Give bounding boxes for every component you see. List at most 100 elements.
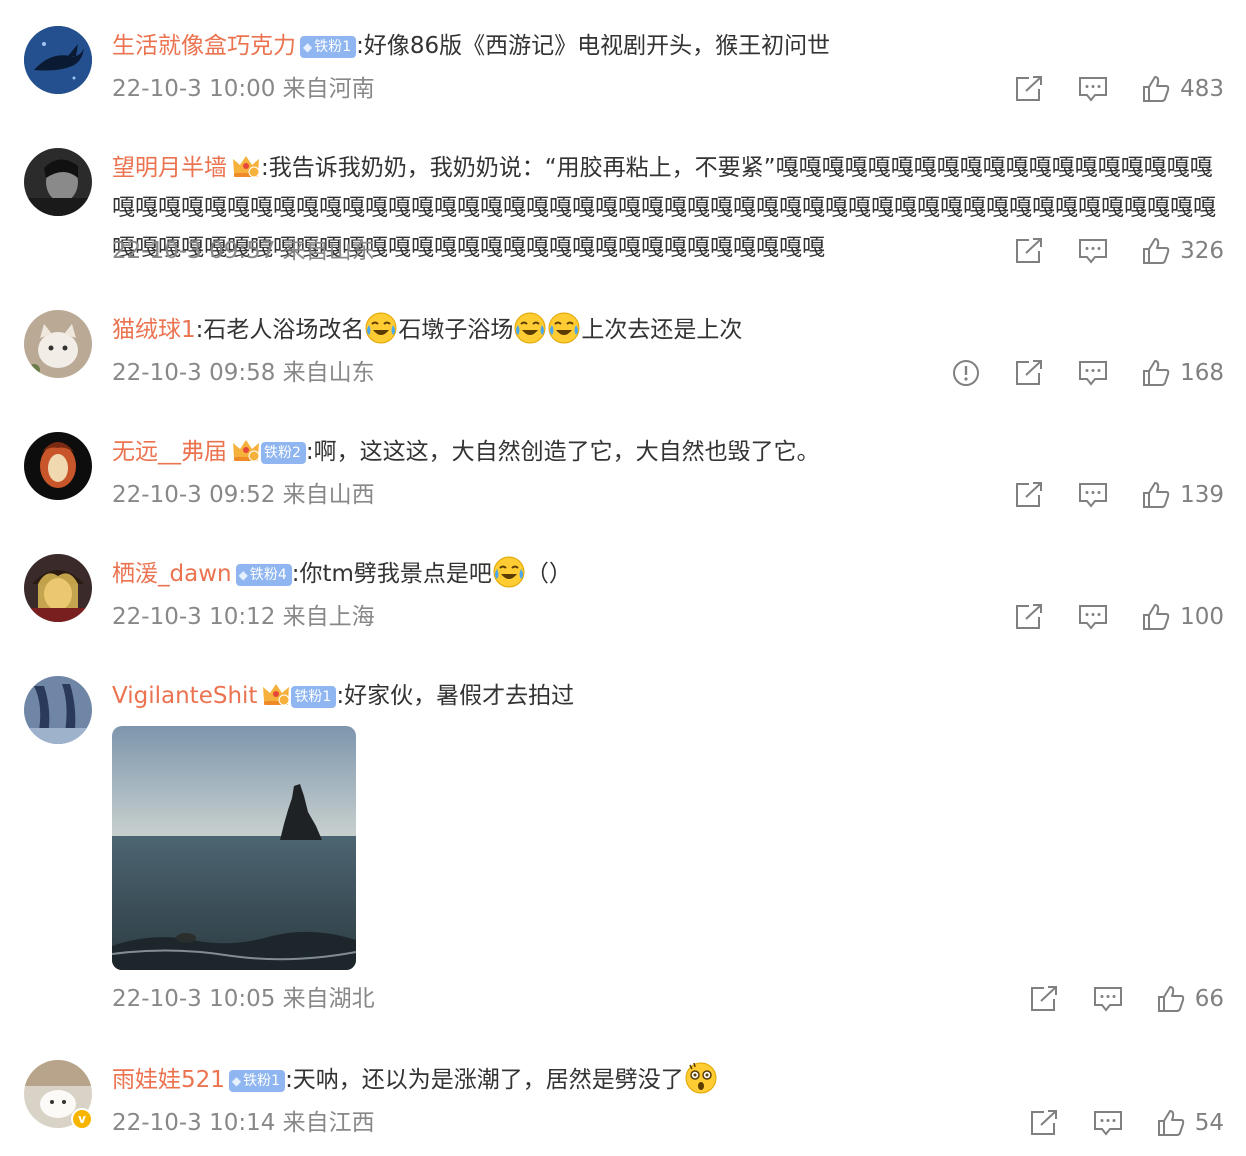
comment-photo[interactable] bbox=[112, 726, 356, 970]
like-icon bbox=[1142, 359, 1170, 387]
comment-body: :好家伙，暑假才去拍过 bbox=[336, 683, 575, 709]
comment-actions: 100 bbox=[980, 602, 1224, 632]
comment-icon bbox=[1078, 603, 1108, 631]
diamond-icon: ◆ bbox=[238, 568, 248, 582]
comment-text: 无远__弗届 铁粉2:啊，这这这，大自然创造了它，大自然也毁了它。 bbox=[112, 432, 1222, 472]
laugh-cry-emoji-icon bbox=[547, 311, 581, 345]
fan-badge-label: 铁粉1 bbox=[314, 39, 352, 55]
comment-actions: 54 bbox=[995, 1108, 1224, 1138]
share-button[interactable] bbox=[1029, 985, 1059, 1013]
comment-actions: 168 bbox=[918, 358, 1224, 388]
username-link[interactable]: VigilanteShit bbox=[112, 683, 257, 709]
like-count: 66 bbox=[1194, 986, 1224, 1012]
comment-location: 来自湖北 bbox=[282, 986, 375, 1012]
share-icon bbox=[1014, 481, 1044, 509]
comment-body: :天呐，还以为是涨潮了，居然是劈没了 bbox=[285, 1067, 684, 1093]
avatar[interactable] bbox=[24, 26, 92, 94]
username-link[interactable]: 生活就像盒巧克力 bbox=[112, 33, 296, 59]
crown-badge-icon[interactable] bbox=[231, 152, 261, 178]
share-icon bbox=[1029, 1109, 1059, 1137]
avatar[interactable] bbox=[24, 310, 92, 378]
avatar[interactable] bbox=[24, 148, 92, 216]
comment-time: 22-10-3 10:00 bbox=[112, 76, 276, 102]
comment-actions: 66 bbox=[995, 984, 1224, 1014]
username-link[interactable]: 望明月半墙 bbox=[112, 155, 227, 181]
share-button[interactable] bbox=[1014, 603, 1044, 631]
like-icon bbox=[1142, 481, 1170, 509]
comment-location: 来自山东 bbox=[282, 238, 375, 264]
share-button[interactable] bbox=[1014, 481, 1044, 509]
comment-body: :啊，这这这，大自然创造了它，大自然也毁了它。 bbox=[305, 439, 820, 465]
comment-meta: 22-10-3 10:12 来自上海 bbox=[112, 602, 375, 632]
username-link[interactable]: 栖湲_dawn bbox=[112, 561, 232, 587]
crown-badge-icon[interactable] bbox=[231, 436, 261, 462]
comment-actions: 326 bbox=[980, 236, 1224, 266]
like-count: 100 bbox=[1180, 604, 1224, 630]
comment-text: 栖湲_dawn ◆ 铁粉4:你tm劈我景点是吧 （） bbox=[112, 554, 1222, 594]
comment-location: 来自上海 bbox=[282, 604, 375, 630]
laugh-cry-emoji-icon bbox=[364, 311, 398, 345]
crown-badge-icon[interactable] bbox=[261, 680, 291, 706]
fan-badge[interactable]: 铁粉1 bbox=[291, 686, 337, 708]
comment-text: 雨娃娃521 ◆ 铁粉1:天呐，还以为是涨潮了，居然是劈没了 bbox=[112, 1060, 1222, 1100]
comment-body-part: 石墩子浴场 bbox=[398, 317, 514, 343]
like-button[interactable]: 326 bbox=[1142, 237, 1224, 265]
comment-location: 来自山东 bbox=[282, 360, 375, 386]
comment-meta: 22-10-3 09:58 来自山东 bbox=[112, 358, 375, 388]
like-button[interactable]: 139 bbox=[1142, 481, 1224, 509]
comment-time: 22-10-3 09:58 bbox=[112, 360, 276, 386]
comment-button[interactable] bbox=[1093, 985, 1123, 1013]
share-button[interactable] bbox=[1014, 359, 1044, 387]
comment-time: 22-10-3 10:05 bbox=[112, 986, 276, 1012]
comment-actions: 139 bbox=[980, 480, 1224, 510]
comment-time: 22-10-3 10:12 bbox=[112, 604, 276, 630]
comment-icon bbox=[1093, 1109, 1123, 1137]
like-icon bbox=[1142, 603, 1170, 631]
comment-location: 来自江西 bbox=[282, 1110, 375, 1136]
comment-button[interactable] bbox=[1078, 237, 1108, 265]
comment-button[interactable] bbox=[1078, 75, 1108, 103]
fan-badge[interactable]: 铁粉2 bbox=[261, 442, 306, 464]
share-button[interactable] bbox=[1029, 1109, 1059, 1137]
fan-badge[interactable]: ◆ 铁粉1 bbox=[228, 1070, 286, 1092]
like-button[interactable]: 168 bbox=[1142, 359, 1224, 387]
comment-actions: 483 bbox=[980, 74, 1224, 104]
like-button[interactable]: 54 bbox=[1157, 1109, 1224, 1137]
avatar[interactable] bbox=[24, 676, 92, 744]
report-icon bbox=[952, 359, 980, 387]
username-link[interactable]: 雨娃娃521 bbox=[112, 1067, 225, 1093]
comment-button[interactable] bbox=[1078, 603, 1108, 631]
share-button[interactable] bbox=[1014, 75, 1044, 103]
like-icon bbox=[1142, 237, 1170, 265]
like-count: 483 bbox=[1180, 76, 1224, 102]
like-button[interactable]: 66 bbox=[1157, 985, 1224, 1013]
share-button[interactable] bbox=[1014, 237, 1044, 265]
comment-time: 22-10-3 09:57 bbox=[112, 238, 276, 264]
avatar[interactable] bbox=[24, 432, 92, 500]
comment-button[interactable] bbox=[1078, 481, 1108, 509]
like-count: 139 bbox=[1180, 482, 1224, 508]
comment-button[interactable] bbox=[1078, 359, 1108, 387]
share-icon bbox=[1014, 237, 1044, 265]
like-button[interactable]: 100 bbox=[1142, 603, 1224, 631]
comment-icon bbox=[1078, 359, 1108, 387]
like-button[interactable]: 483 bbox=[1142, 75, 1224, 103]
comment-text: 生活就像盒巧克力 ◆ 铁粉1:好像86版《西游记》电视剧开头，猴王初问世 bbox=[112, 26, 1222, 66]
share-icon bbox=[1014, 75, 1044, 103]
comment-body-part: :石老人浴场改名 bbox=[195, 317, 365, 343]
comment-meta: 22-10-3 09:57 来自山东 bbox=[112, 236, 375, 266]
username-link[interactable]: 猫绒球1 bbox=[112, 317, 196, 343]
like-icon bbox=[1157, 1109, 1185, 1137]
comment-button[interactable] bbox=[1093, 1109, 1123, 1137]
comment-time: 22-10-3 10:14 bbox=[112, 1110, 276, 1136]
share-icon bbox=[1014, 359, 1044, 387]
fan-badge[interactable]: ◆ 铁粉4 bbox=[235, 564, 292, 586]
fan-badge[interactable]: ◆ 铁粉1 bbox=[300, 36, 357, 58]
comment-body: :好像86版《西游记》电视剧开头，猴王初问世 bbox=[356, 33, 831, 59]
comment-icon bbox=[1078, 481, 1108, 509]
verified-icon: v bbox=[71, 1108, 93, 1130]
avatar[interactable] bbox=[24, 554, 92, 622]
report-button[interactable] bbox=[952, 359, 980, 387]
diamond-icon: ◆ bbox=[303, 40, 313, 54]
username-link[interactable]: 无远__弗届 bbox=[112, 439, 227, 465]
